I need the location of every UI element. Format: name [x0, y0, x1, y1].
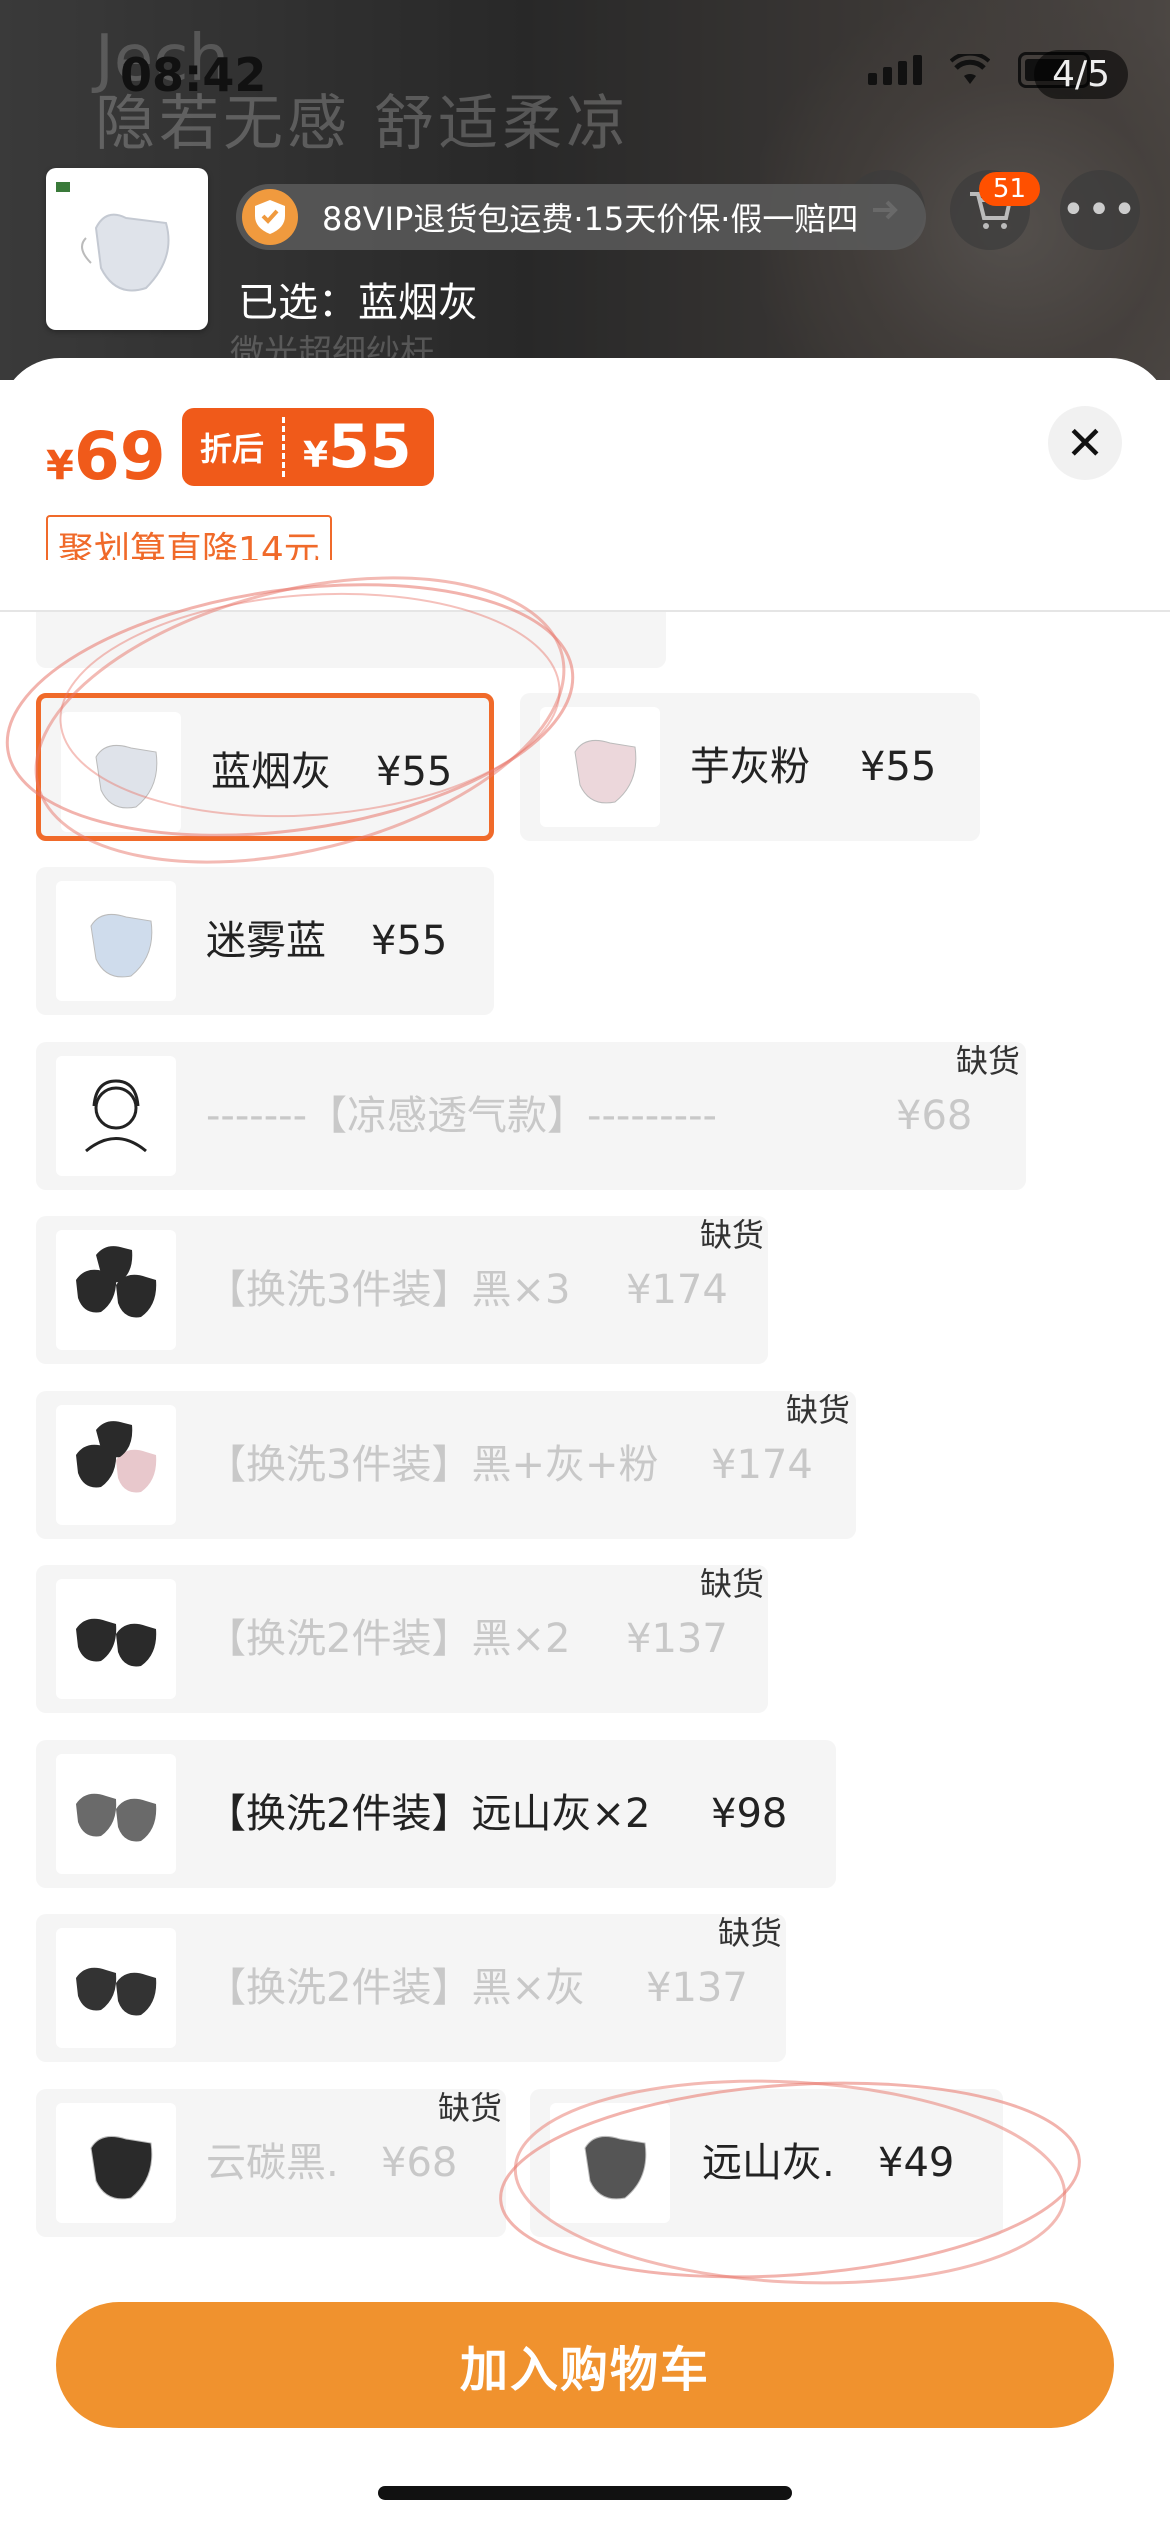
sku-option-price: ¥55	[376, 749, 453, 795]
sku-option[interactable]: 【换洗2件装】远山灰×2 ¥98	[36, 1740, 836, 1888]
sku-option-image	[540, 707, 660, 827]
wifi-icon	[950, 54, 990, 84]
sku-option-image	[56, 1230, 176, 1350]
more-icon: •••	[1061, 187, 1139, 233]
out-of-stock-badge: 缺货	[956, 1042, 1021, 1080]
out-of-stock-badge: 缺货	[718, 1914, 783, 1952]
sku-option-name: 【换洗2件装】远山灰×2	[206, 1791, 651, 1837]
sku-option[interactable]: 【换洗3件装】黑×3 ¥174	[36, 1216, 768, 1364]
sku-option-name: -------【凉感透气款】---------	[206, 1093, 717, 1139]
sku-option-price: ¥49	[878, 2140, 955, 2186]
sku-option-name: 蓝烟灰	[211, 749, 331, 795]
sku-option-name: 【换洗3件装】黑×3	[206, 1267, 571, 1313]
sku-option[interactable]: 迷雾蓝 ¥55	[36, 867, 494, 1015]
divider-line	[0, 610, 1170, 612]
out-of-stock-badge: 缺货	[700, 1565, 765, 1603]
sku-option-price: ¥55	[371, 918, 448, 964]
gallery-page-indicator: 4/5	[1034, 50, 1128, 99]
sku-option[interactable]: 【换洗2件装】黑×2 ¥137	[36, 1565, 768, 1713]
status-time: 08:42	[120, 48, 267, 102]
sheet-header-mask	[0, 560, 1170, 610]
sku-option-name: 【换洗3件装】黑+灰+粉	[206, 1442, 659, 1488]
home-indicator	[378, 2486, 792, 2500]
sku-option-image	[56, 881, 176, 1001]
sku-option-image	[56, 1056, 176, 1176]
sku-option-price: ¥98	[711, 1791, 788, 1837]
sku-option[interactable]: 远山灰. ¥49	[530, 2089, 1003, 2237]
more-button[interactable]: •••	[1060, 170, 1140, 250]
mask-image	[56, 182, 170, 292]
selected-variant-label: 已选：蓝烟灰	[238, 280, 478, 326]
discount-coupon: 折后 ¥55	[182, 408, 434, 486]
original-price: ¥69	[46, 418, 166, 495]
sku-option[interactable]: 【换洗2件装】黑×灰 ¥137	[36, 1914, 786, 2062]
sku-option-image	[56, 1405, 176, 1525]
sku-option-image	[56, 1928, 176, 2048]
sku-option-image	[56, 2103, 176, 2223]
sku-option[interactable]: 云碳黑. ¥68	[36, 2089, 506, 2237]
discounted-price-value: 55	[328, 412, 412, 482]
coupon-currency: ¥	[303, 435, 329, 476]
sku-option-name: 【换洗2件装】黑×灰	[206, 1965, 585, 2011]
sku-option-image	[56, 1754, 176, 1874]
shield-icon	[242, 189, 298, 245]
vip-service-banner[interactable]: 88VIP退货包运费·15天价保·假一赔四	[236, 184, 926, 250]
sku-option-name: 芋灰粉	[690, 744, 810, 790]
sku-option[interactable]: 芋灰粉 ¥55	[520, 693, 980, 841]
sku-option-price: ¥55	[860, 744, 937, 790]
out-of-stock-badge: 缺货	[700, 1216, 765, 1254]
sku-option-image	[550, 2103, 670, 2223]
add-to-cart-button[interactable]: 加入购物车	[56, 2302, 1114, 2428]
sku-option-name: 远山灰.	[702, 2140, 835, 2186]
sku-option-image	[56, 1579, 176, 1699]
sku-option-name: 云碳黑.	[206, 2140, 339, 2186]
cart-count-badge: 51	[978, 172, 1040, 206]
sku-option[interactable]: -------【凉感透气款】--------- ¥68	[36, 1042, 1026, 1190]
currency-symbol: ¥	[46, 443, 74, 489]
sku-option[interactable]: 【换洗3件装】黑+灰+粉 ¥174	[36, 1391, 856, 1539]
sku-option-name: 【换洗2件装】黑×2	[206, 1616, 571, 1662]
vip-service-text: 88VIP退货包运费·15天价保·假一赔四	[322, 200, 859, 238]
out-of-stock-badge: 缺货	[786, 1391, 851, 1429]
close-icon: ✕	[1065, 416, 1105, 470]
original-price-value: 69	[73, 418, 166, 495]
sku-option[interactable]: 蓝烟灰 ¥55	[36, 693, 494, 841]
out-of-stock-badge: 缺货	[438, 2089, 503, 2127]
sku-option-name: 迷雾蓝	[206, 918, 326, 964]
close-button[interactable]: ✕	[1048, 406, 1122, 480]
selected-product-thumbnail[interactable]	[46, 168, 208, 330]
coupon-label: 折后	[200, 430, 265, 468]
discounted-price: ¥55	[285, 412, 434, 482]
signal-icon	[868, 55, 922, 85]
sku-option-image	[61, 712, 181, 832]
